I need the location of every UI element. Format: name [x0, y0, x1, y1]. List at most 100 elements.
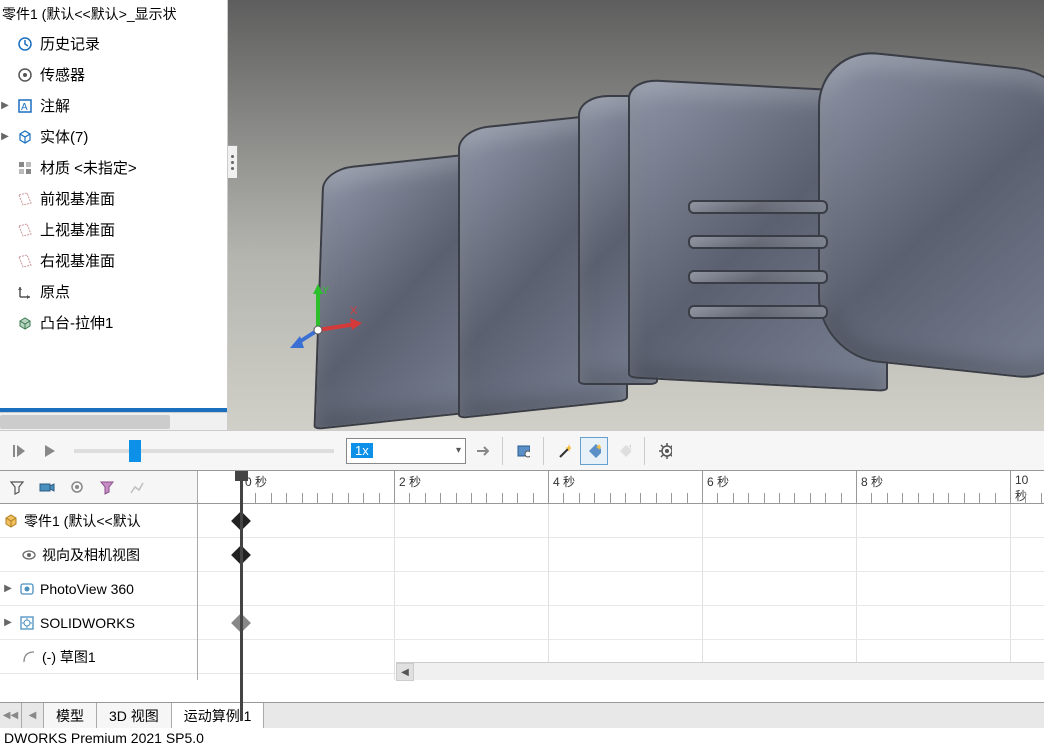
- ruler-subtick: [348, 493, 349, 503]
- track-row[interactable]: [198, 504, 1044, 538]
- tab-model[interactable]: 模型: [44, 703, 97, 728]
- ruler-subtick: [317, 493, 318, 503]
- feature-tree-header[interactable]: 零件1 (默认<<默认>_显示状: [0, 0, 227, 28]
- timeline-tree-row-swlight[interactable]: ▶ SOLIDWORKS: [0, 606, 197, 640]
- ruler-subtick: [286, 493, 287, 503]
- feature-manager-tree: 零件1 (默认<<默认>_显示状 历史记录 传感器 ▶ A: [0, 0, 228, 430]
- timeline-horizontal-scrollbar[interactable]: ◀: [396, 662, 1044, 680]
- ruler-subtick: [440, 493, 441, 503]
- playback-speed-select[interactable]: 1x ▾: [346, 438, 466, 464]
- autokey-button[interactable]: [580, 437, 608, 465]
- timeline-tree-row-pv360[interactable]: ▶ PhotoView 360: [0, 572, 197, 606]
- toolbar-separator: [644, 437, 645, 465]
- ruler-subtick: [332, 493, 333, 503]
- plane-icon: [16, 252, 34, 270]
- tree-item-material[interactable]: 材质 <未指定>: [0, 152, 227, 183]
- timeline-slider[interactable]: [74, 449, 334, 453]
- tab-nav-first[interactable]: ◀◀: [0, 703, 22, 728]
- filter-button[interactable]: [4, 474, 30, 500]
- tree-item-history[interactable]: 历史记录: [0, 28, 227, 59]
- forward-arrow-button[interactable]: [468, 437, 496, 465]
- ruler-subtick: [640, 493, 641, 503]
- svg-text:A: A: [21, 102, 28, 113]
- motion-settings-button[interactable]: [651, 437, 679, 465]
- tree-item-label: 右视基准面: [40, 250, 115, 271]
- history-icon: [16, 35, 34, 53]
- tree-item-annotations[interactable]: ▶ A 注解: [0, 90, 227, 121]
- filter-driven-button[interactable]: [94, 474, 120, 500]
- timeline-tree-label: (-) 草图1: [42, 647, 96, 667]
- tree-item-front-plane[interactable]: 前视基准面: [0, 183, 227, 214]
- ruler-subtick: [979, 493, 980, 503]
- ruler-subtick: [625, 493, 626, 503]
- ruler-subtick: [794, 493, 795, 503]
- tree-item-solids[interactable]: ▶ 实体(7): [0, 121, 227, 152]
- ruler-subtick: [733, 493, 734, 503]
- tree-item-sensors[interactable]: 传感器: [0, 59, 227, 90]
- ruler-subtick: [748, 493, 749, 503]
- timeline-filter-toolbar: [0, 471, 198, 503]
- view-orientation-gizmo[interactable]: Y X: [288, 280, 348, 340]
- play-button[interactable]: [34, 437, 62, 465]
- chevron-right-icon[interactable]: ▶: [2, 617, 14, 628]
- tree-item-label: 材质 <未指定>: [40, 157, 137, 178]
- scrollbar-thumb[interactable]: [0, 415, 170, 429]
- 3d-viewport[interactable]: Y X: [228, 0, 1044, 430]
- tree-item-origin[interactable]: 原点: [0, 276, 227, 307]
- chevron-right-icon[interactable]: ▶: [0, 100, 10, 111]
- bottom-tabs: ◀◀ ◀ 模型 3D 视图 运动算例 1: [0, 702, 1044, 728]
- animation-wizard-button[interactable]: [550, 437, 578, 465]
- ruler-subtick: [363, 493, 364, 503]
- timeline-tree: 零件1 (默认<<默认 视向及相机视图 ▶ PhotoView 360 ▶ SO…: [0, 504, 198, 680]
- tree-item-boss-extrude[interactable]: 凸台-拉伸1: [0, 307, 227, 338]
- add-key-button[interactable]: +: [610, 437, 638, 465]
- ruler-subtick: [856, 493, 857, 503]
- slider-thumb[interactable]: [129, 440, 141, 462]
- track-row[interactable]: [198, 572, 1044, 606]
- chevron-right-icon[interactable]: ▶: [0, 131, 10, 142]
- sensor-icon: [16, 66, 34, 84]
- ruler-subtick: [1010, 493, 1011, 503]
- tab-nav-prev[interactable]: ◀: [22, 703, 44, 728]
- scroll-left-arrow[interactable]: ◀: [396, 663, 414, 681]
- track-row[interactable]: [198, 606, 1044, 640]
- tree-item-right-plane[interactable]: 右视基准面: [0, 245, 227, 276]
- chevron-right-icon[interactable]: ▶: [2, 583, 14, 594]
- tab-motion-study[interactable]: 运动算例 1: [172, 703, 265, 728]
- timeline-tracks[interactable]: ◀: [198, 504, 1044, 680]
- ruler-subtick: [671, 493, 672, 503]
- sketch-icon: [20, 648, 38, 666]
- ruler-subtick: [394, 493, 395, 503]
- svg-text:X: X: [350, 305, 358, 317]
- ruler-subtick: [964, 493, 965, 503]
- tree-horizontal-scrollbar[interactable]: [0, 412, 227, 430]
- tree-item-label: 实体(7): [40, 126, 88, 147]
- timeline-header: 0 秒 2 秒 4 秒 6 秒 8 秒 10 秒: [0, 470, 1044, 504]
- playhead[interactable]: [240, 471, 243, 721]
- save-animation-button[interactable]: [509, 437, 537, 465]
- timeline-ruler[interactable]: 0 秒 2 秒 4 秒 6 秒 8 秒 10 秒: [198, 471, 1044, 503]
- ruler-tick: 10 秒: [1010, 471, 1044, 503]
- tree-item-label: 注解: [40, 95, 70, 116]
- toolbar-separator: [502, 437, 503, 465]
- svg-text:Y: Y: [322, 285, 330, 297]
- timeline-tree-label: SOLIDWORKS: [40, 615, 135, 631]
- filter-results-button[interactable]: [124, 474, 150, 500]
- timeline-tree-row-sketch[interactable]: (-) 草图1: [0, 640, 197, 674]
- tab-3d-view[interactable]: 3D 视图: [97, 703, 172, 728]
- filter-appearance-button[interactable]: [64, 474, 90, 500]
- ruler-subtick: [995, 493, 996, 503]
- timeline-tree-row-view[interactable]: 视向及相机视图: [0, 538, 197, 572]
- origin-icon: [16, 283, 34, 301]
- viewport-splitter-handle[interactable]: [228, 145, 238, 179]
- ruler-subtick: [717, 493, 718, 503]
- filter-camera-button[interactable]: [34, 474, 60, 500]
- ruler-subtick: [702, 493, 703, 503]
- timeline-tree-row-part[interactable]: 零件1 (默认<<默认: [0, 504, 197, 538]
- track-row[interactable]: [198, 538, 1044, 572]
- status-bar: DWORKS Premium 2021 SP5.0: [0, 728, 1044, 749]
- tree-item-label: 原点: [40, 281, 70, 302]
- play-from-start-button[interactable]: [4, 437, 32, 465]
- ruler-subtick: [887, 493, 888, 503]
- tree-item-top-plane[interactable]: 上视基准面: [0, 214, 227, 245]
